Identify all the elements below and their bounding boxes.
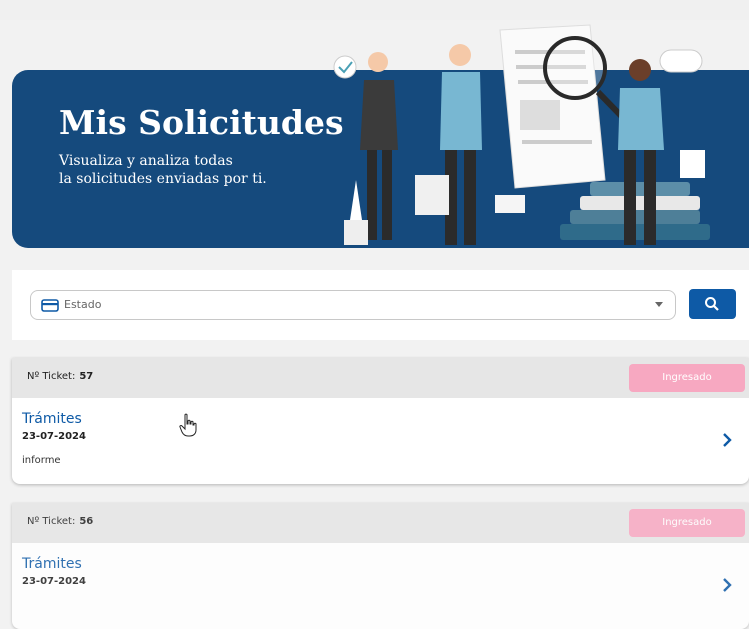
subtitle-line-2: la solicitudes enviadas por ti. <box>59 171 267 187</box>
search-button[interactable] <box>689 289 736 319</box>
ticket-number: 57 <box>79 371 94 382</box>
page-subtitle: Visualiza y analiza todas la solicitudes… <box>59 152 319 188</box>
ticket-title: Trámites <box>22 556 82 572</box>
ticket-body: Trámites 23-07-2024 informe <box>12 398 749 484</box>
hand-cursor-icon <box>179 413 197 437</box>
hero-illustration <box>333 24 710 245</box>
ticket-date: 23-07-2024 <box>22 431 86 442</box>
credit-card-icon <box>41 299 59 312</box>
ticket-card[interactable]: Nº Ticket: 57 Ingresado Trámites 23-07-20… <box>12 358 749 484</box>
ticket-header: Nº Ticket: 57 Ingresado <box>12 358 749 398</box>
ticket-number: 56 <box>79 516 94 527</box>
estado-select[interactable]: Estado <box>30 290 676 320</box>
ticket-title: Trámites <box>22 411 82 427</box>
search-card: Estado <box>12 270 749 340</box>
ticket-description: informe <box>22 455 61 466</box>
subtitle-line-1: Visualiza y analiza todas <box>59 153 233 169</box>
chevron-right-icon[interactable] <box>721 577 733 593</box>
chevron-right-icon[interactable] <box>721 432 733 448</box>
ticket-label: Nº Ticket: 56 <box>27 516 94 527</box>
ticket-date: 23-07-2024 <box>22 576 86 587</box>
ticket-card[interactable]: Nº Ticket: 56 Ingresado Trámites 23-07-20… <box>12 503 749 629</box>
ticket-label: Nº Ticket: 57 <box>27 371 94 382</box>
chevron-down-icon <box>655 302 663 307</box>
status-badge: Ingresado <box>629 364 745 392</box>
page-title: Mis Solicitudes <box>59 103 344 142</box>
ticket-header: Nº Ticket: 56 Ingresado <box>12 503 749 543</box>
estado-placeholder: Estado <box>64 298 102 311</box>
search-icon <box>705 297 719 311</box>
status-badge: Ingresado <box>629 509 745 537</box>
ticket-body: Trámites 23-07-2024 <box>12 543 749 629</box>
